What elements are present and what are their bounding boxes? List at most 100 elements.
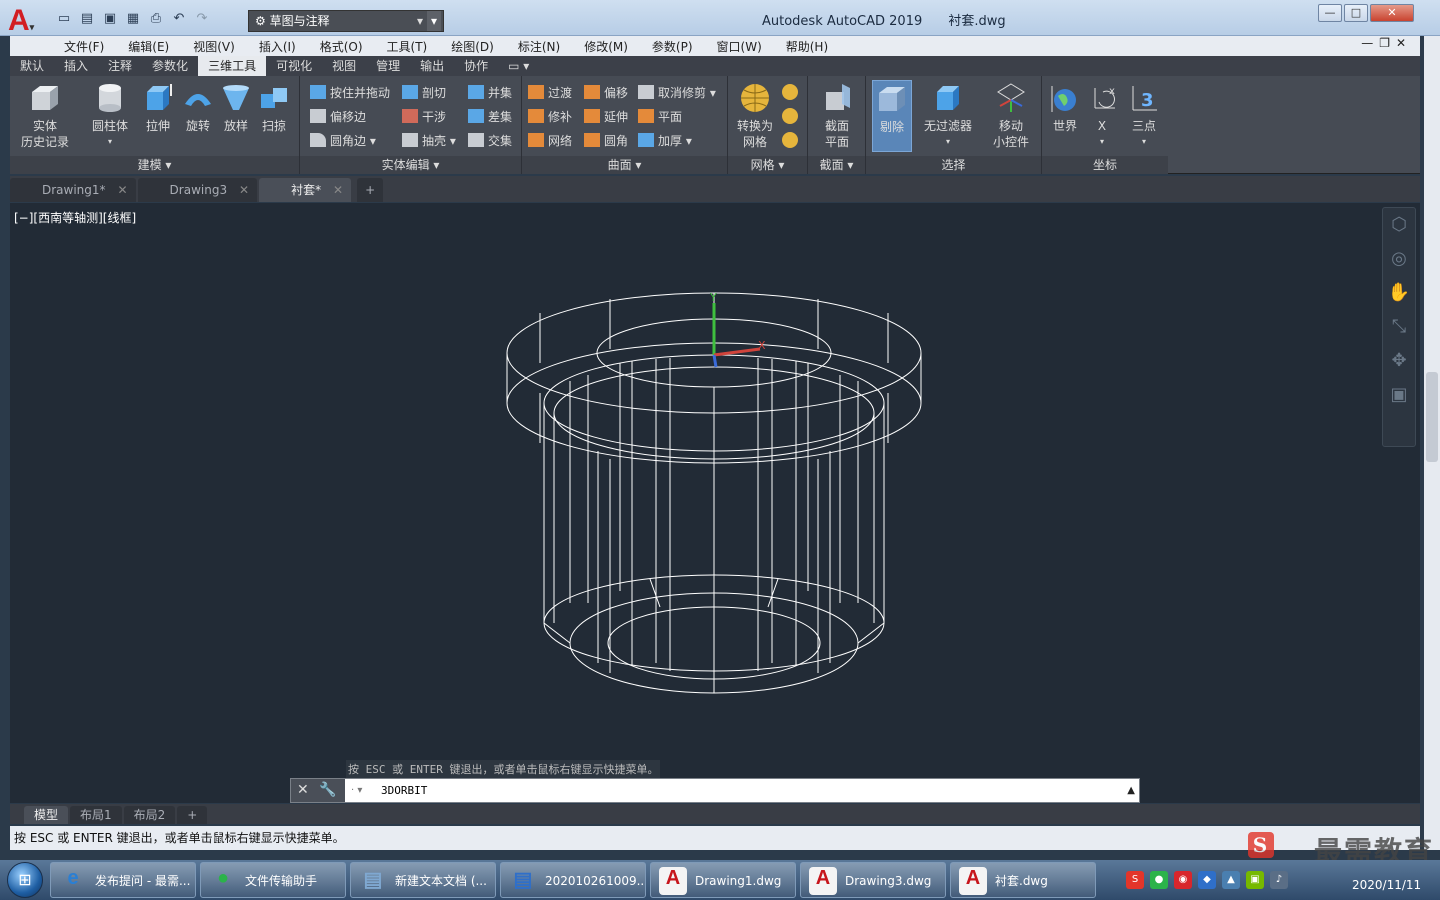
ribbon-tab-1[interactable]: 插入 <box>54 56 98 76</box>
minimize-button[interactable]: — <box>1318 4 1342 22</box>
close-command-icon[interactable]: ✕ <box>297 782 309 798</box>
menu-item-8[interactable]: 修改(M) <box>584 38 628 55</box>
patch-button[interactable]: 修补 <box>528 106 572 126</box>
command-history-button[interactable]: ▲ <box>1127 779 1135 802</box>
start-button[interactable]: ⊞ <box>0 860 50 900</box>
panel-title-surface[interactable]: 曲面 ▾ <box>522 156 727 174</box>
extend-button[interactable]: 延伸 <box>584 106 628 126</box>
taskbar-item[interactable]: A Drawing1.dwg <box>650 862 796 898</box>
close-button[interactable]: ✕ <box>1370 4 1414 22</box>
panel-title-section[interactable]: 截面 ▾ <box>808 156 865 174</box>
document-tab[interactable]: 衬套* ✕ <box>259 178 352 202</box>
ucs-three-point-button[interactable]: 3 三点 ▾ <box>1122 82 1166 150</box>
steering-wheel-icon[interactable]: ◎ <box>1383 242 1415 276</box>
ribbon-tab-3[interactable]: 参数化 <box>142 56 198 76</box>
antivirus-tray-icon[interactable]: ◉ <box>1174 871 1192 889</box>
layout-tab[interactable]: 布局1 <box>70 806 122 824</box>
save-as-icon[interactable]: ▦ <box>123 10 143 28</box>
taskbar-item[interactable]: ● 文件传输助手 <box>200 862 346 898</box>
menu-item-2[interactable]: 视图(V) <box>193 38 235 55</box>
viewcube-icon[interactable]: ⬡ <box>1383 208 1415 242</box>
sweep-button[interactable]: 扫掠 <box>252 82 296 134</box>
workspace-switcher[interactable]: ⚙ 草图与注释 ▾ ▾ <box>248 10 444 32</box>
pan-hand-icon[interactable]: ✋ <box>1383 276 1415 310</box>
menu-item-6[interactable]: 绘图(D) <box>451 38 494 55</box>
menu-item-4[interactable]: 格式(O) <box>320 38 363 55</box>
document-tab[interactable]: Drawing1* ✕ <box>10 178 136 202</box>
planar-button[interactable]: 平面 <box>638 106 682 126</box>
command-input[interactable]: 3DORBIT <box>381 779 427 802</box>
interfere-button[interactable]: 干涉 <box>402 106 446 126</box>
showmotion-icon[interactable]: ▣ <box>1383 378 1415 412</box>
new-tab-button[interactable]: + <box>357 178 384 202</box>
wrench-icon[interactable]: 🔧 <box>319 782 336 798</box>
layout-tab[interactable]: 布局2 <box>123 806 176 824</box>
ribbon-tab-4[interactable]: 三维工具 <box>198 56 267 76</box>
undo-icon[interactable]: ↶ <box>169 10 189 28</box>
fillet-edge-button[interactable]: 圆角边 ▾ <box>310 130 376 150</box>
network-tray-icon[interactable]: ▲ <box>1222 871 1240 889</box>
ribbon-tab-2[interactable]: 注释 <box>98 56 142 76</box>
sogou-ime-icon[interactable]: S <box>1248 832 1274 858</box>
maximize-button[interactable]: □ <box>1344 4 1368 22</box>
subtract-button[interactable]: 差集 <box>468 106 512 126</box>
menu-item-11[interactable]: 帮助(H) <box>786 38 828 55</box>
close-tab-icon[interactable]: ✕ <box>117 178 127 202</box>
taskbar-item[interactable]: A 衬套.dwg <box>950 862 1096 898</box>
solid-history-button[interactable]: 实体 历史记录 <box>20 82 70 150</box>
command-prompt-icon[interactable]: · ▾ <box>351 779 362 802</box>
ribbon-tab-0[interactable]: 默认 <box>10 56 54 76</box>
menu-item-5[interactable]: 工具(T) <box>387 38 428 55</box>
vertical-scrollbar[interactable] <box>1424 36 1440 850</box>
move-gizmo-button[interactable]: 移动 小控件 <box>984 82 1038 150</box>
thicken-button[interactable]: 加厚 ▾ <box>638 130 692 150</box>
ribbon-minimize-button[interactable]: ▭ ▾ <box>498 56 539 76</box>
panel-title-modeling[interactable]: 建模 ▾ <box>10 156 299 174</box>
panel-title-mesh[interactable]: 网格 ▾ <box>728 156 807 174</box>
taskbar-item[interactable]: ▤ 202010261009... <box>500 862 646 898</box>
mesh-refine-icon[interactable] <box>782 108 798 124</box>
orbit-icon[interactable]: ✥ <box>1383 344 1415 378</box>
menu-item-7[interactable]: 标注(N) <box>518 38 560 55</box>
document-tab[interactable]: Drawing3 ✕ <box>137 178 258 202</box>
panel-title-coords[interactable]: 坐标 <box>1042 156 1168 174</box>
blend-button[interactable]: 过渡 <box>528 82 572 102</box>
cylinder-button[interactable]: 圆柱体 ▾ <box>86 82 134 150</box>
taskbar-item[interactable]: ▤ 新建文本文档 (... <box>350 862 496 898</box>
mesh-crease-icon[interactable] <box>782 132 798 148</box>
taskbar-item[interactable]: A Drawing3.dwg <box>800 862 946 898</box>
mesh-smooth-icon[interactable] <box>782 84 798 100</box>
autocad-logo-icon[interactable]: A▾ <box>8 6 48 38</box>
ribbon-tab-9[interactable]: 协作 <box>454 56 498 76</box>
panel-title-solid-edit[interactable]: 实体编辑 ▾ <box>300 156 521 174</box>
menu-item-3[interactable]: 插入(I) <box>259 38 296 55</box>
ribbon-tab-7[interactable]: 管理 <box>366 56 410 76</box>
security-tray-icon[interactable]: ◆ <box>1198 871 1216 889</box>
menu-item-10[interactable]: 窗口(W) <box>717 38 762 55</box>
presspull-button[interactable]: 按住并拖动 <box>310 82 390 102</box>
cull-button[interactable]: 剔除 <box>872 80 912 152</box>
scrollbar-thumb[interactable] <box>1426 372 1438 462</box>
extrude-button[interactable]: 拉伸 <box>136 82 180 134</box>
section-plane-button[interactable]: 截面 平面 <box>812 82 862 150</box>
offset-surface-button[interactable]: 偏移 <box>584 82 628 102</box>
mdi-controls[interactable]: —❐✕ <box>1361 36 1412 50</box>
clock-date[interactable]: 2020/11/11 <box>1352 878 1421 892</box>
close-tab-icon[interactable]: ✕ <box>333 178 343 202</box>
wechat-tray-icon[interactable]: ● <box>1150 871 1168 889</box>
redo-icon[interactable]: ↷ <box>192 10 212 28</box>
ucs-world-button[interactable]: 世界 <box>1044 82 1086 134</box>
nvidia-tray-icon[interactable]: ▣ <box>1246 871 1264 889</box>
open-file-icon[interactable]: ▤ <box>77 10 97 28</box>
taskbar-item[interactable]: e 发布提问 - 最需... <box>50 862 196 898</box>
ribbon-tab-8[interactable]: 输出 <box>410 56 454 76</box>
convert-to-mesh-button[interactable]: 转换为 网格 <box>730 82 780 150</box>
intersect-button[interactable]: 交集 <box>468 130 512 150</box>
drawing-viewport[interactable]: [−][西南等轴测][线框] Y X ⬡ ◎ ✋ ⤡ ✥ ▣ <box>10 203 1420 803</box>
untrim-button[interactable]: 取消修剪 ▾ <box>638 82 716 102</box>
save-icon[interactable]: ▣ <box>100 10 120 28</box>
ribbon-tab-5[interactable]: 可视化 <box>266 56 322 76</box>
network-button[interactable]: 网络 <box>528 130 572 150</box>
menu-item-9[interactable]: 参数(P) <box>652 38 693 55</box>
layout-tab[interactable]: 模型 <box>24 806 69 824</box>
